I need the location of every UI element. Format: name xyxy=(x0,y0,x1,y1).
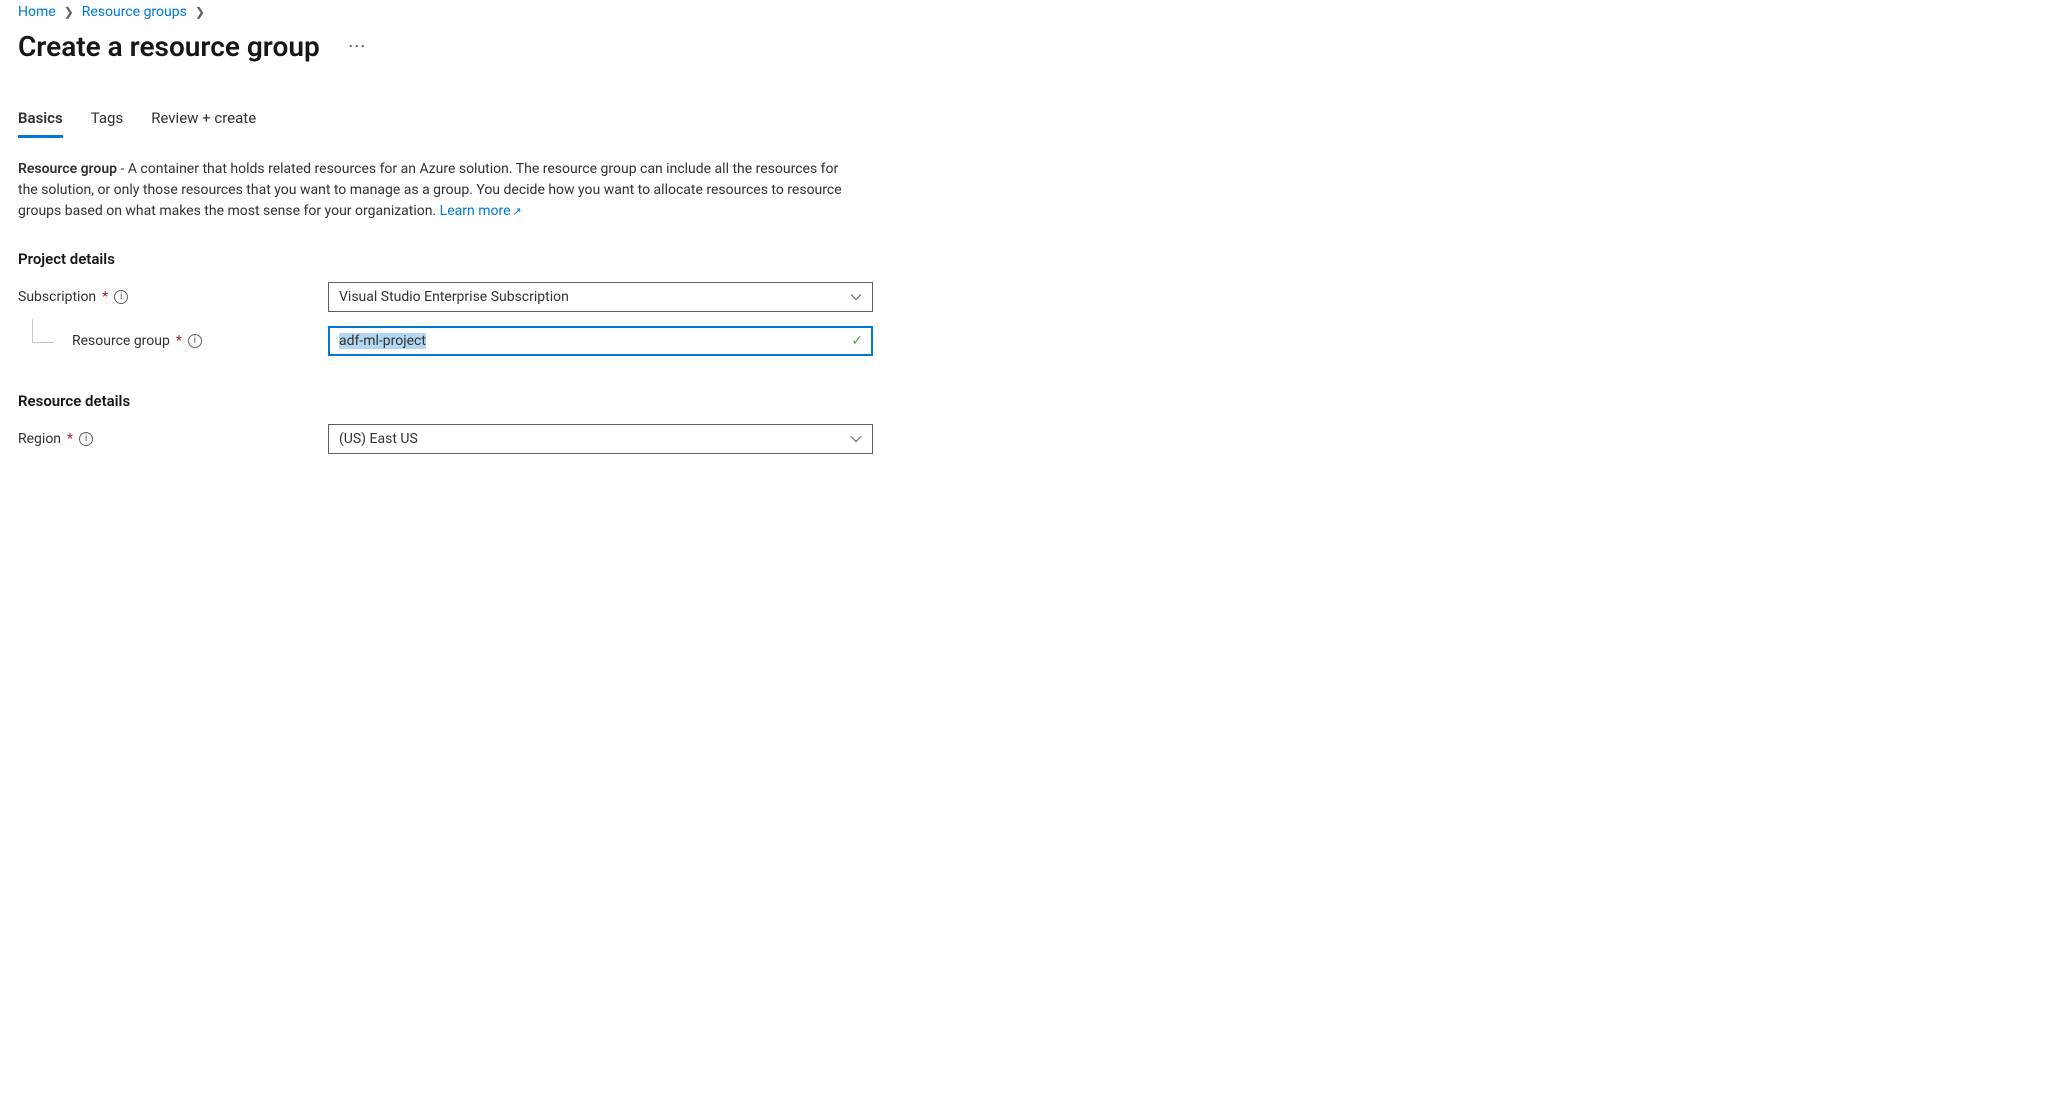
more-actions-button[interactable]: ⋯ xyxy=(342,36,374,58)
subscription-dropdown[interactable]: Visual Studio Enterprise Subscription xyxy=(328,282,873,312)
info-icon[interactable]: i xyxy=(79,432,93,446)
learn-more-link[interactable]: Learn more↗ xyxy=(440,203,522,219)
region-label: Region xyxy=(18,431,61,447)
required-asterisk: * xyxy=(176,333,182,349)
region-value: (US) East US xyxy=(339,431,418,447)
description-lead: Resource group xyxy=(18,161,117,177)
chevron-right-icon: ❯ xyxy=(195,5,205,19)
resource-group-input-wrap: ✓ xyxy=(328,326,873,356)
chevron-down-icon xyxy=(850,291,862,303)
section-resource-details: Resource details xyxy=(18,392,2030,410)
description-body: - A container that holds related resourc… xyxy=(18,161,842,219)
external-link-icon: ↗ xyxy=(513,205,522,218)
chevron-down-icon xyxy=(850,433,862,445)
info-icon[interactable]: i xyxy=(114,290,128,304)
tab-review-create[interactable]: Review + create xyxy=(151,103,256,138)
region-dropdown[interactable]: (US) East US xyxy=(328,424,873,454)
info-icon[interactable]: i xyxy=(188,334,202,348)
tab-basics[interactable]: Basics xyxy=(18,103,63,138)
checkmark-icon: ✓ xyxy=(851,333,863,349)
resource-group-label: Resource group xyxy=(72,333,170,349)
breadcrumb-resource-groups[interactable]: Resource groups xyxy=(82,4,187,20)
required-asterisk: * xyxy=(102,289,108,305)
tab-tags[interactable]: Tags xyxy=(91,103,123,138)
chevron-right-icon: ❯ xyxy=(64,5,74,19)
breadcrumb-home[interactable]: Home xyxy=(18,4,56,20)
resource-group-input[interactable] xyxy=(339,333,841,349)
page-title: Create a resource group xyxy=(18,30,320,63)
required-asterisk: * xyxy=(67,431,73,447)
breadcrumb: Home ❯ Resource groups ❯ xyxy=(18,4,2030,20)
subscription-value: Visual Studio Enterprise Subscription xyxy=(339,289,569,305)
tabs: Basics Tags Review + create xyxy=(18,103,2030,139)
section-project-details: Project details xyxy=(18,250,2030,268)
tree-elbow-icon xyxy=(32,319,54,343)
description-text: Resource group - A container that holds … xyxy=(18,159,848,222)
subscription-label: Subscription xyxy=(18,289,96,305)
